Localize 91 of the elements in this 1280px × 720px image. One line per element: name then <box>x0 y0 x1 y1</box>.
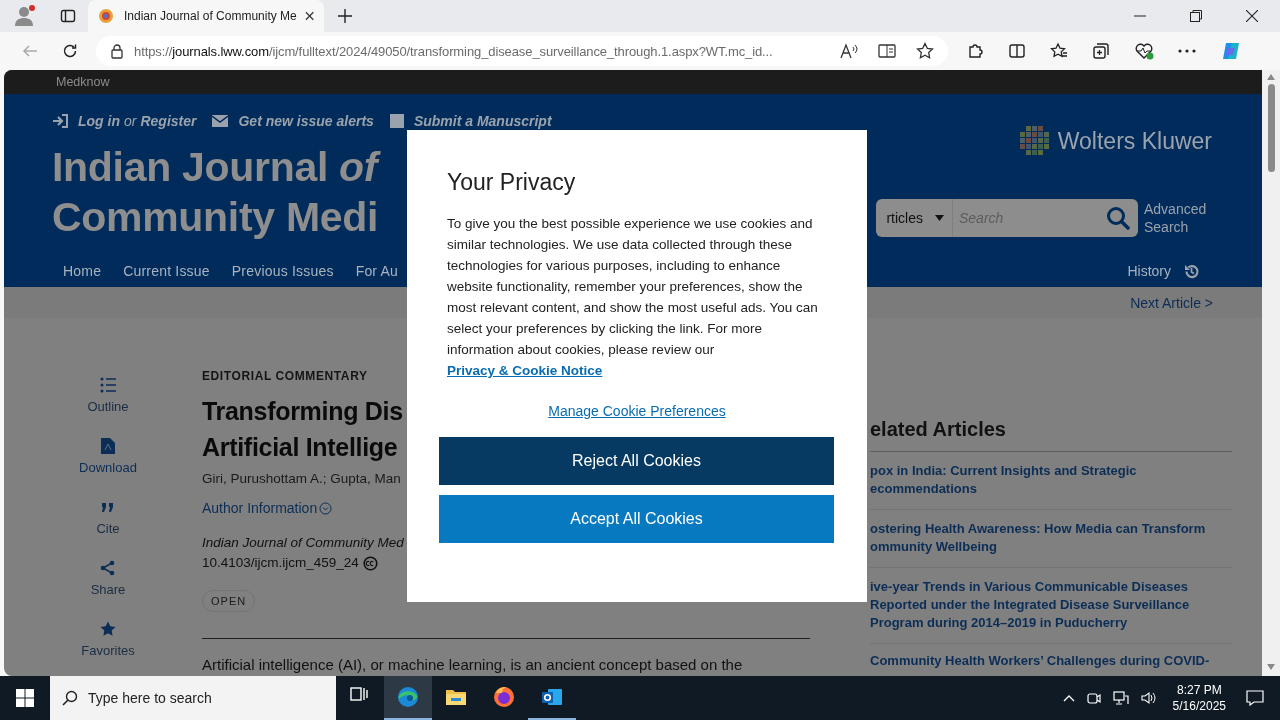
journal-citation: Indian Journal of Community Med <box>202 534 404 552</box>
browser-tab[interactable]: Indian Journal of Community Me <box>88 0 324 32</box>
dialog-text: To give you the best possible experience we use cookies and similar technologies. We use data collected through these technologies for various purposes, including to enhance website functionality, remember your preferences, show the most relevant content, and show the most useful ads. You can select your preferences by clicking the link. For more information about cookies, please review our Privacy & Cookie Notice <box>447 215 819 380</box>
dialog-title: Your Privacy <box>447 168 577 196</box>
brand-name[interactable]: Medknow <box>56 75 110 89</box>
pdf-file-icon <box>100 438 116 454</box>
privacy-notice-link[interactable]: Privacy & Cookie Notice <box>447 363 603 378</box>
scroll-down-icon[interactable] <box>1267 664 1275 670</box>
search-icon <box>62 690 78 706</box>
related-article-link[interactable]: Community Health Workers’ Challenges during COVID- <box>870 644 1232 676</box>
scroll-up-icon[interactable] <box>1267 74 1275 80</box>
nav-link[interactable]: Previous Issues <box>231 263 334 279</box>
separator-text: or <box>124 113 137 129</box>
speaker-icon[interactable] <box>1140 691 1157 705</box>
taskbar-search-field[interactable]: Type here to search <box>50 676 336 720</box>
scrollbar[interactable] <box>1262 70 1280 676</box>
header-link[interactable]: Log in <box>78 113 120 129</box>
document-icon <box>389 114 404 128</box>
article-body-text: Artificial intelligence (AI), or machine learning, is an ancient concept based on the <box>202 656 743 674</box>
journal-title-line: Community Medi <box>52 193 379 242</box>
windows-start-icon[interactable] <box>16 689 34 707</box>
article-title-line: Transforming Dis <box>202 396 403 427</box>
taskbar-app[interactable] <box>384 676 432 720</box>
network-icon[interactable] <box>1112 691 1129 705</box>
sidebar-tool[interactable]: Outline <box>87 377 129 438</box>
author-info-link[interactable]: Author Information <box>202 498 333 518</box>
favorite-star-icon[interactable] <box>916 42 934 60</box>
edge-icon <box>396 685 420 709</box>
sidebar-tool[interactable]: Favorites <box>81 621 135 676</box>
sidebar-tool[interactable]: Download <box>79 438 137 499</box>
taskbar-clock[interactable]: 8:27 PM 5/16/2025 <box>1172 682 1226 714</box>
header-link[interactable]: Submit a Manuscript <box>413 113 552 129</box>
creative-commons-icon <box>362 555 378 571</box>
reject-button[interactable]: Reject All Cookies <box>439 437 834 485</box>
meet-icon[interactable] <box>1086 691 1101 705</box>
tab-actions-icon[interactable] <box>60 8 76 24</box>
favicon-icon <box>98 8 114 24</box>
accept-button[interactable]: Accept All Cookies <box>439 495 834 543</box>
history-icon <box>1183 262 1200 280</box>
copilot-icon[interactable] <box>1220 40 1242 62</box>
logo-mark-icon <box>1019 126 1050 156</box>
address-field[interactable]: https://journals.lww.com/ijcm/fulltext/2024/49050/transforming_disease_surveillance_through.1.aspx?WT.mc_id... <box>96 36 948 66</box>
manage-preferences-link[interactable]: Manage Cookie Preferences <box>548 403 726 419</box>
reload-icon[interactable] <box>62 43 78 59</box>
article-title-line: Artificial Intellige <box>202 432 399 463</box>
extensions-icon[interactable] <box>966 42 984 60</box>
related-article-link[interactable]: ive-year Trends in Various Communicable Diseases Reported under the Integrated Disease Surveillance Program during 2014–2019 in Puducherry <box>870 568 1232 644</box>
chevron-up-icon[interactable] <box>1062 694 1075 702</box>
header-link[interactable]: Get new issue alerts <box>238 113 374 129</box>
share-icon <box>100 560 116 576</box>
sign-in-icon <box>52 114 68 128</box>
split-screen-icon[interactable] <box>1008 42 1026 60</box>
article-type: EDITORIAL COMMENTARY <box>202 368 368 384</box>
more-icon[interactable] <box>1178 49 1196 53</box>
close-icon[interactable] <box>1246 10 1258 22</box>
scroll-thumb[interactable] <box>1267 84 1275 172</box>
related-article-link[interactable]: ostering Health Awareness: How Media can Transform ommunity Wellbeing <box>870 510 1232 568</box>
related-article-link[interactable]: pox in India: Current Insights and Strategic ecommendations <box>870 452 1232 510</box>
lock-icon[interactable] <box>110 43 124 59</box>
next-article-link[interactable]: Next Article > <box>1130 294 1213 311</box>
collections-icon[interactable] <box>1092 42 1110 60</box>
search-button[interactable] <box>1098 199 1138 237</box>
history-link[interactable]: History <box>1127 262 1200 280</box>
reader-view-icon[interactable] <box>878 43 896 59</box>
doi-text: 10.4103/ijcm.ijcm_459_24 <box>202 554 359 572</box>
caret-icon <box>935 215 944 221</box>
chevron-circle-icon <box>319 501 333 515</box>
envelope-icon <box>212 115 229 127</box>
nav-link[interactable]: For Au <box>355 263 399 279</box>
new-tab-icon[interactable] <box>338 9 352 23</box>
profile-icon[interactable] <box>12 4 36 28</box>
nav-link[interactable]: Current Issue <box>123 263 210 279</box>
favorites-icon[interactable] <box>1050 42 1068 60</box>
sidebar-tool[interactable]: Cite <box>96 499 120 560</box>
read-aloud-icon[interactable] <box>840 43 858 59</box>
star-icon <box>100 621 116 637</box>
search-scope-dropdown[interactable]: rticles <box>876 199 952 237</box>
advanced-search-link[interactable]: Advanced Search <box>1144 200 1212 236</box>
heartbeat-icon[interactable] <box>1134 42 1154 60</box>
related-heading: elated Articles <box>870 417 1232 452</box>
firefox-icon <box>492 685 516 709</box>
search-icon <box>1106 206 1130 230</box>
header-link[interactable]: Register <box>140 113 197 129</box>
maximize-icon[interactable] <box>1190 10 1202 22</box>
notifications-icon[interactable] <box>1246 690 1264 706</box>
author-list: Giri, Purushottam A.; Gupta, Man <box>202 469 401 489</box>
list-icon <box>100 377 116 393</box>
publisher-logo[interactable]: Wolters Kluwer <box>1057 127 1212 155</box>
nav-link[interactable]: Home <box>63 263 102 279</box>
sidebar-tool[interactable]: Share <box>90 560 126 621</box>
close-icon[interactable] <box>304 11 314 21</box>
